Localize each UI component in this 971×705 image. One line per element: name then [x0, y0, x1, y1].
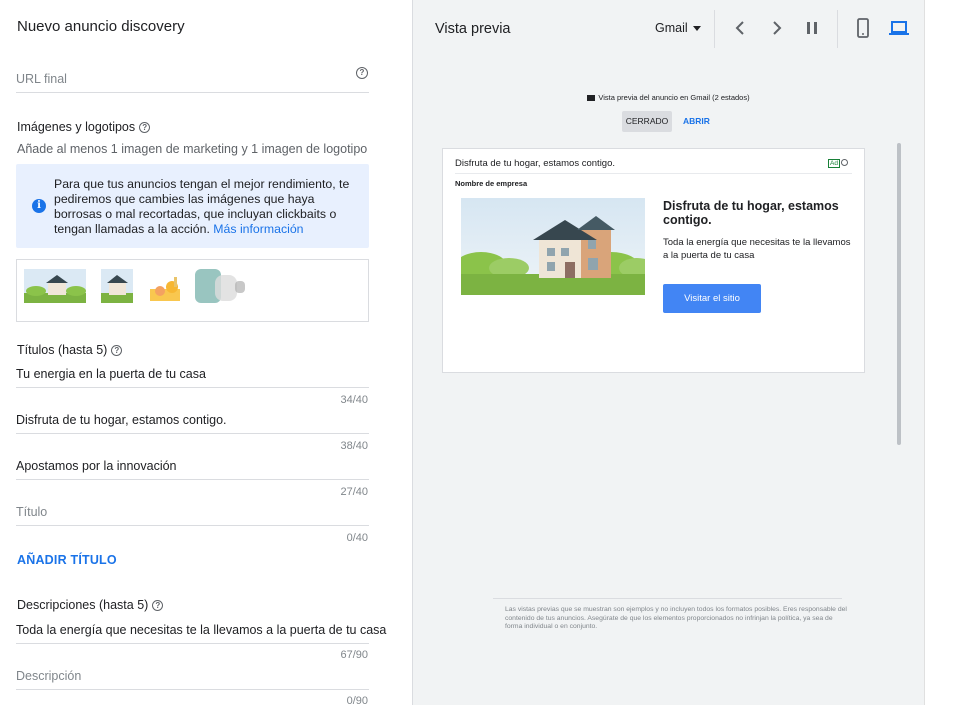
ad-hero-image — [461, 198, 645, 295]
state-closed-button[interactable]: CERRADO — [622, 111, 672, 132]
info-icon: i — [32, 199, 46, 213]
title-field-4[interactable]: Título — [16, 502, 369, 526]
mobile-icon[interactable] — [853, 18, 873, 38]
add-title-button[interactable]: AÑADIR TÍTULO — [17, 553, 117, 567]
description-field-2[interactable]: Descripción — [16, 666, 369, 690]
editor-title: Nuevo anuncio discovery — [17, 18, 185, 35]
title-field-3[interactable]: Apostamos por la innovación — [16, 456, 369, 480]
visit-site-button[interactable]: Visitar el sitio — [663, 284, 761, 313]
caret-down-icon — [692, 26, 701, 32]
more-info-link[interactable]: Más información — [213, 222, 303, 236]
square-image-thumbnail[interactable] — [101, 269, 133, 303]
envelope-icon — [587, 95, 596, 102]
toolbar-divider — [714, 10, 715, 48]
descriptions-label-text: Descripciones (hasta 5) — [17, 598, 149, 612]
description-value: Toda la energía que necesitas te la llev… — [16, 623, 387, 637]
platform-selected: Gmail — [655, 21, 688, 35]
title-counter: 38/40 — [340, 440, 368, 452]
images-label-text: Imágenes y logotipos — [17, 120, 136, 134]
ad-description: Toda la energía que necesitas te la llev… — [663, 237, 851, 261]
preview-title: Vista previa — [435, 21, 511, 37]
ad-preview-card: Disfruta de tu hogar, estamos contigo. A… — [442, 148, 865, 373]
title-field-2[interactable]: Disfruta de tu hogar, estamos contigo. — [16, 410, 369, 434]
toolbar-divider — [837, 10, 838, 48]
caption-text: Vista previa del anuncio en Gmail (2 est… — [598, 93, 750, 102]
blurred-image-thumbnail[interactable] — [193, 269, 255, 303]
descriptions-label: Descripciones (hasta 5)? — [17, 598, 164, 612]
preview-toolbar: Vista previa Gmail — [413, 0, 924, 58]
disclaimer-divider — [493, 598, 842, 599]
preview-caption: Vista previa del anuncio en Gmail (2 est… — [413, 93, 924, 102]
ad-company: Nombre de empresa — [455, 179, 528, 188]
titles-label: Títulos (hasta 5)? — [17, 343, 123, 357]
ad-info-icon[interactable] — [841, 159, 848, 166]
final-url-placeholder: URL final — [16, 72, 67, 86]
title-counter: 27/40 — [340, 486, 368, 498]
state-open-button[interactable]: ABRIR — [683, 111, 710, 132]
pause-icon[interactable] — [802, 18, 822, 38]
title-counter: 0/40 — [346, 532, 368, 544]
titles-label-text: Títulos (hasta 5) — [17, 343, 108, 357]
marketing-image-thumbnail[interactable] — [24, 269, 86, 303]
chevron-right-icon[interactable] — [766, 18, 786, 38]
card-divider — [455, 173, 852, 174]
preview-scrollbar[interactable] — [897, 143, 901, 445]
ad-headline: Disfruta de tu hogar, estamos contigo. — [663, 199, 839, 227]
ad-subject: Disfruta de tu hogar, estamos contigo. — [455, 158, 616, 169]
preview-disclaimer: Las vistas previas que se muestran son e… — [505, 606, 847, 630]
desktop-icon[interactable] — [889, 18, 909, 38]
images-label: Imágenes y logotipos? — [17, 120, 151, 134]
description-field-1[interactable]: Toda la energía que necesitas te la llev… — [16, 620, 386, 644]
image-thumbnails — [16, 259, 369, 322]
preview-panel: Vista previa Gmail Vista previa del anun… — [413, 0, 924, 705]
title-value: Tu energia en la puerta de tu casa — [16, 367, 206, 381]
title-field-1[interactable]: Tu energia en la puerta de tu casa — [16, 364, 369, 388]
title-value: Apostamos por la innovación — [16, 459, 177, 473]
logo-image-thumbnail[interactable] — [148, 269, 182, 303]
title-value: Disfruta de tu hogar, estamos contigo. — [16, 413, 227, 427]
final-url-field[interactable]: URL final — [16, 69, 369, 93]
help-icon[interactable]: ? — [111, 345, 123, 357]
info-text: Para que tus anuncios tengan el mejor re… — [54, 177, 354, 237]
page-edge — [924, 0, 971, 705]
help-icon[interactable]: ? — [152, 600, 164, 612]
ad-badge: Ad — [828, 159, 840, 168]
title-placeholder: Título — [16, 505, 48, 519]
info-message: Para que tus anuncios tengan el mejor re… — [54, 177, 350, 236]
platform-dropdown[interactable]: Gmail — [655, 21, 701, 35]
title-counter: 34/40 — [340, 394, 368, 406]
images-hint: Añade al menos 1 imagen de marketing y 1… — [17, 142, 368, 156]
help-icon[interactable]: ? — [356, 67, 368, 79]
help-icon[interactable]: ? — [139, 122, 151, 134]
chevron-left-icon[interactable] — [731, 18, 751, 38]
editor-panel: Nuevo anuncio discovery URL final ? Imág… — [0, 0, 413, 705]
description-counter: 67/90 — [340, 649, 368, 661]
info-box: i Para que tus anuncios tengan el mejor … — [16, 164, 369, 248]
description-counter: 0/90 — [346, 695, 368, 705]
description-placeholder: Descripción — [16, 669, 82, 683]
